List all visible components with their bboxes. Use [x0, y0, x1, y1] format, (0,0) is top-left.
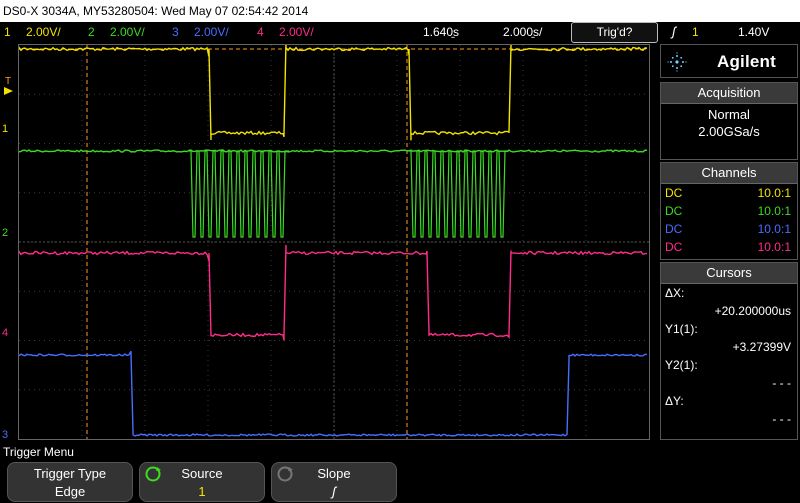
channel-list: DC 10.0:1 DC 10.0:1 DC 10.0:1 DC 10.0:1	[661, 184, 797, 256]
channel-probe-ratio: 10.0:1	[757, 186, 791, 200]
trigger-type-value: Edge	[54, 484, 86, 499]
menu-title: Trigger Menu	[3, 445, 74, 459]
ch2-scale[interactable]: 2.00V/	[110, 25, 145, 39]
horizontal-delay[interactable]: 1.640̱s	[423, 25, 459, 39]
brand-name: Agilent	[717, 52, 777, 71]
source-label: Source	[181, 466, 223, 481]
trigger-source: 1	[692, 25, 699, 39]
channel-probe-ratio: 10.0:1	[757, 222, 791, 236]
ch2-burst	[409, 150, 509, 238]
brand-logo: Agilent	[660, 44, 798, 78]
ch4-number[interactable]: 4	[257, 25, 264, 39]
sample-rate: 2.00GSa/s	[698, 124, 760, 139]
ch3-scale[interactable]: 2.00V/	[194, 25, 229, 39]
ch3-ground-marker[interactable]: 3	[2, 429, 8, 441]
channel-row: DC 10.0:1	[661, 184, 797, 202]
title-bar: DS0-X 3034A, MY53280504: Wed May 07 02:5…	[0, 0, 800, 22]
y1-value: +3.27399V	[732, 340, 791, 354]
channel-row: DC 10.0:1	[661, 238, 797, 256]
source-value: 1	[198, 484, 206, 499]
delta-x-value: +20.200000us	[714, 304, 791, 318]
oscilloscope-display: DS0-X 3034A, MY53280504: Wed May 07 02:5…	[0, 0, 800, 503]
channels-title: Channels	[661, 163, 797, 184]
channel-coupling: DC	[665, 222, 683, 236]
ch1-ground-marker[interactable]: 1	[2, 123, 8, 135]
ch2-burst	[189, 150, 289, 238]
channel-probe-ratio: 10.0:1	[757, 204, 791, 218]
slope-label: Slope	[317, 466, 351, 481]
trigger-state: Trig'd?	[596, 25, 633, 39]
delta-y-label: ΔY:	[665, 394, 684, 408]
delta-y-value: - - -	[772, 412, 791, 426]
ch3-waveform	[19, 350, 648, 437]
trigger-type-label: Trigger Type	[33, 466, 107, 481]
source-softkey[interactable]: Source 1	[139, 462, 265, 502]
waveform-area[interactable]	[18, 44, 650, 440]
channel-coupling: DC	[665, 240, 683, 254]
acquisition-mode: Normal	[708, 107, 750, 122]
slope-softkey[interactable]: Slope ʃ	[271, 462, 397, 502]
y2-label: Y2(1):	[665, 358, 698, 372]
ch1-number[interactable]: 1	[4, 25, 11, 39]
waveform-plot[interactable]	[19, 45, 649, 439]
info-sidebar: Agilent Acquisition Normal 2.00GSa/s Cha…	[660, 44, 798, 440]
cursors-title: Cursors	[661, 263, 797, 284]
acquisition-panel[interactable]: Acquisition Normal 2.00GSa/s	[660, 82, 798, 160]
status-line: 1 2.00V/ 2 2.00V/ 3 2.00V/ 4 2.00V/ 1.64…	[0, 22, 800, 42]
acquisition-title: Acquisition	[661, 83, 797, 104]
timebase-scale[interactable]: 2.000̱s/	[503, 25, 542, 39]
delta-x-label: ΔX:	[665, 286, 685, 300]
ch4-scale[interactable]: 2.00V/	[279, 25, 314, 39]
ch1-scale[interactable]: 2.00V/	[26, 25, 61, 39]
y2-value: - - -	[772, 376, 791, 390]
trigger-status-box: Trig'd?	[571, 22, 658, 43]
channel-row: DC 10.0:1	[661, 202, 797, 220]
channels-panel[interactable]: Channels DC 10.0:1 DC 10.0:1 DC 10.0:1 DC 10.0:…	[660, 162, 798, 260]
cursors-panel[interactable]: Cursors ΔX: +20.200000us Y1(1): +3.27399…	[660, 262, 798, 440]
instrument-title: DS0-X 3034A, MY53280504: Wed May 07 02:5…	[3, 4, 309, 18]
agilent-spark-icon	[667, 52, 687, 72]
channel-marker-strip: T 1 2 4 3	[0, 44, 18, 441]
channel-coupling: DC	[665, 186, 683, 200]
channel-probe-ratio: 10.0:1	[757, 240, 791, 254]
channel-row: DC 10.0:1	[661, 220, 797, 238]
slope-value: ʃ	[332, 484, 336, 499]
ch4-waveform	[19, 244, 648, 341]
ch2-number[interactable]: 2	[88, 25, 95, 39]
channel-coupling: DC	[665, 204, 683, 218]
trigger-level[interactable]: 1.40V	[738, 25, 769, 39]
ch2-waveform	[19, 149, 648, 153]
y1-label: Y1(1):	[665, 322, 698, 336]
ch1-waveform	[19, 45, 648, 141]
trigger-slope-icon: ʃ	[672, 24, 676, 39]
trigger-type-softkey[interactable]: Trigger Type Edge	[7, 462, 133, 502]
ch2-ground-marker[interactable]: 2	[2, 227, 8, 239]
ch3-number[interactable]: 3	[172, 25, 179, 39]
ch4-ground-marker[interactable]: 4	[2, 327, 8, 339]
trigger-level-arrow-icon[interactable]	[2, 86, 14, 96]
